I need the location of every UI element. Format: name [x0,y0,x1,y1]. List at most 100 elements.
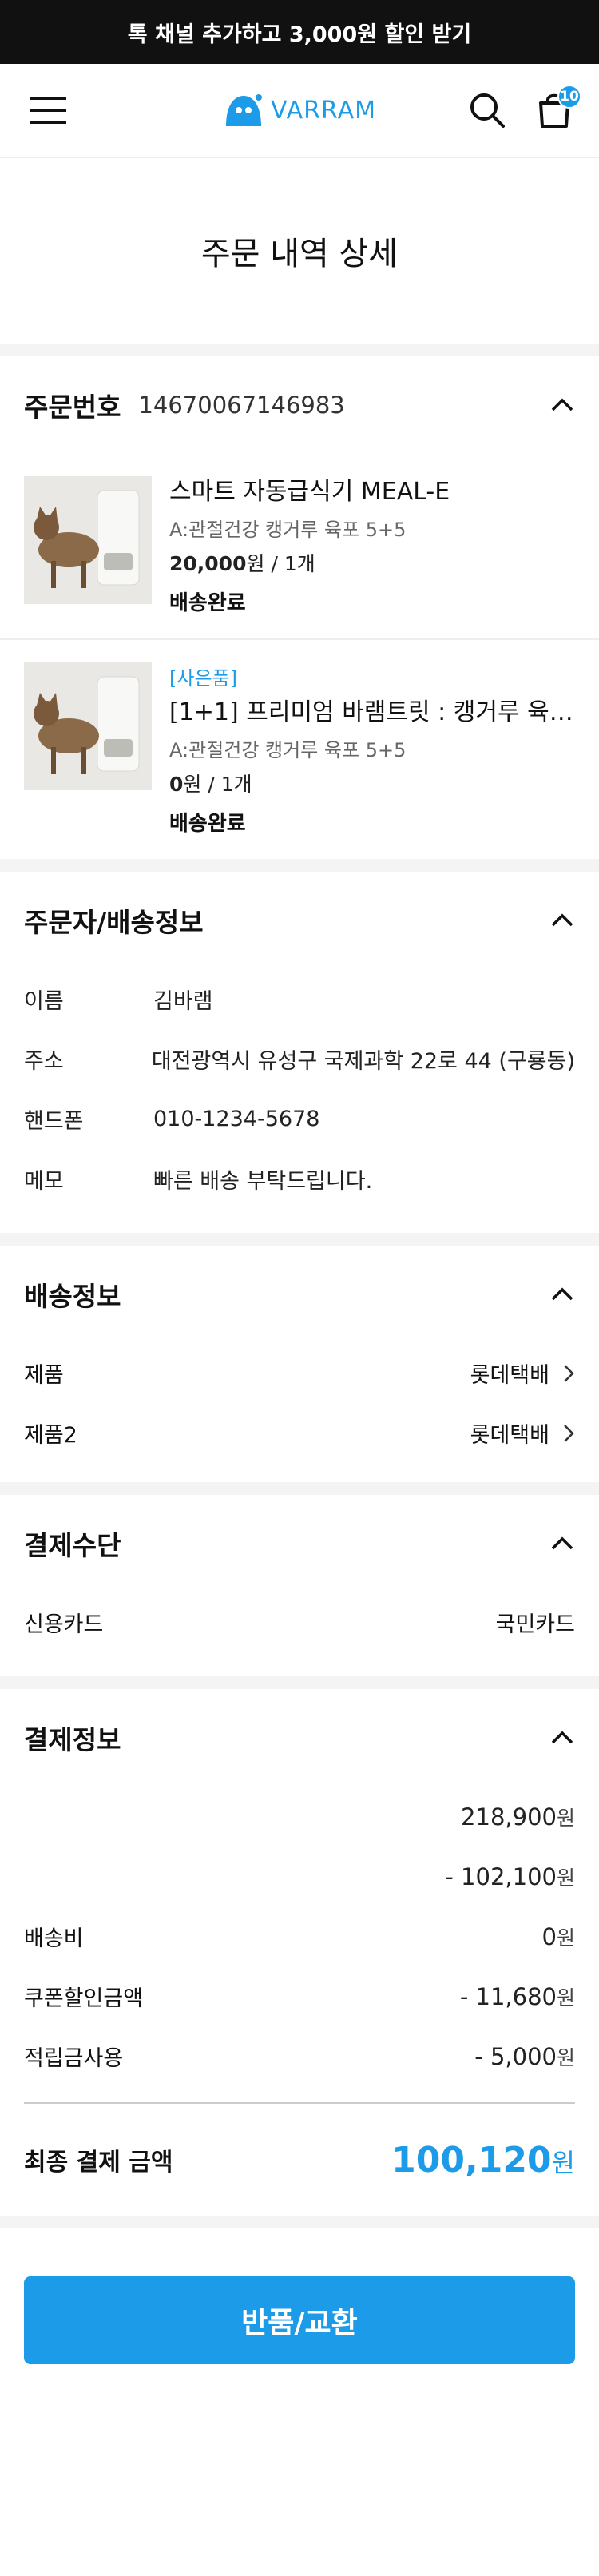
product-price-unit: 원 [246,552,265,575]
payment-line: 218,900원 [0,1787,599,1847]
menu-icon [30,97,66,124]
shipping-row[interactable]: 제품2 롯데택배 [0,1403,599,1463]
shipping-product-label: 제품2 [24,1423,77,1448]
product-price-row: 20,000원 / 1개 [169,548,575,577]
orderer-section-header[interactable]: 주문자/배송정보 [0,872,599,969]
shipping-section-header[interactable]: 배송정보 [0,1246,599,1343]
payment-method-section: 결제수단 신용카드 국민카드 [0,1495,599,1676]
payment-line-amount: - 5,000 [474,2042,557,2070]
app-header: VARRAM 10 [0,64,599,158]
page-title-area: 주문 내역 상세 [0,158,599,344]
return-exchange-button[interactable]: 반품/교환 [24,2276,575,2364]
payment-line-amount: 218,900 [461,1803,557,1831]
total-payment-amount: 100,120 [391,2139,552,2180]
payment-line-label: 적립금사용 [24,2046,124,2071]
payment-info-header[interactable]: 결제정보 [0,1689,599,1787]
payment-line-label: 쿠폰할인금액 [24,1986,144,2011]
chevron-up-icon[interactable] [548,1723,577,1752]
product-price-unit: 원 [183,773,202,796]
currency-unit: 원 [556,2045,575,2069]
delivery-status: 배송완료 [169,591,246,615]
chevron-up-icon[interactable] [548,391,577,419]
info-row-phone: 핸드폰 010-1234-5678 [24,1089,575,1149]
payment-line-label: 배송비 [24,1926,84,1951]
product-photo-feeder-cat [24,476,152,604]
product-qty: / 1개 [201,773,252,796]
order-section: 주문번호 14670067146983 스마트 자동급식기 MEAL-E A:관… [0,356,599,859]
promo-banner[interactable]: 톡 채널 추가하고 3,000원 할인 받기 [0,0,599,64]
shipping-section-title: 배송정보 [24,1281,121,1312]
total-payment-label: 최종 결제 금액 [24,2149,173,2176]
section-divider [0,1676,599,1689]
shipping-section: 배송정보 제품 롯데택배 제품2 롯데택배 [0,1246,599,1482]
shipping-product-label: 제품 [24,1363,64,1388]
payment-line: - 102,100원 [0,1847,599,1906]
payment-info-title: 결제정보 [24,1724,121,1755]
order-number: 14670067146983 [138,392,345,419]
logo-mascot-icon [225,94,262,126]
search-icon [470,93,505,128]
payment-line: 배송비 0원 [0,1906,599,1966]
product-option: A:관절건강 캥거루 육포 5+5 [169,519,407,541]
info-label: 이름 [24,989,64,1014]
order-section-header[interactable]: 주문번호 14670067146983 [0,356,599,454]
chevron-up-icon[interactable] [548,1529,577,1558]
product-qty: / 1개 [264,552,315,575]
info-row-memo: 메모 빠른 배송 부탁드립니다. [24,1149,575,1209]
order-product-item[interactable]: 스마트 자동급식기 MEAL-E A:관절건강 캥거루 육포 5+5 20,00… [0,454,599,638]
shipping-carrier: 롯데택배 [470,1423,549,1448]
chevron-right-icon [564,1424,574,1442]
currency-unit: 원 [556,1986,575,2010]
chevron-right-icon [564,1364,574,1382]
product-image [24,476,152,604]
payment-method-title: 결제수단 [24,1530,121,1561]
info-value: 빠른 배송 부탁드립니다. [153,1169,373,1194]
cart-button[interactable]: 10 [532,85,581,133]
product-name: 스마트 자동급식기 MEAL-E [169,478,450,506]
payment-method-row: 신용카드 국민카드 [0,1592,599,1652]
currency-unit: 원 [556,1926,575,1950]
payment-method-value: 국민카드 [495,1612,575,1637]
info-value: 김바램 [153,989,213,1014]
payment-line-amount: - 11,680 [459,1982,557,2010]
currency-unit: 원 [556,1806,575,1830]
info-value: 010-1234-5678 [153,1107,320,1131]
menu-button[interactable] [26,88,70,133]
promo-text: 톡 채널 추가하고 3,000원 할인 받기 [127,22,472,47]
info-label: 주소 [24,1049,64,1074]
logo-text: VARRAM [270,96,377,125]
product-price: 0 [169,773,184,796]
product-name: [1+1] 프리미엄 바램트릿 : 캥거루 육포 5+5 [169,698,575,726]
info-row-address: 주소 대전광역시 유성구 국제과학 22로 44 (구룡동) [24,1029,575,1089]
chevron-up-icon[interactable] [548,906,577,935]
chevron-up-icon[interactable] [548,1280,577,1309]
payment-method-header[interactable]: 결제수단 [0,1495,599,1592]
cart-count-badge: 10 [557,85,581,109]
section-divider [0,859,599,872]
product-price-row: 0원 / 1개 [169,769,575,797]
payment-info-section: 결제정보 218,900원 - 102,100원 배송비 0원 쿠폰할인금액 -… [0,1689,599,2216]
gift-tag: [사은품] [169,667,237,690]
shipping-row[interactable]: 제품 롯데택배 [0,1343,599,1403]
payment-line-amount: 0 [541,1922,557,1950]
delivery-status: 배송완료 [169,812,246,836]
payment-method-label: 신용카드 [24,1612,104,1637]
currency-unit: 원 [556,1866,575,1890]
total-currency-unit: 원 [551,2147,575,2178]
product-photo-feeder-cat [24,662,152,790]
order-section-title: 주문번호 [24,392,121,423]
cta-area: 반품/교환 [0,2228,599,2412]
payment-line: 쿠폰할인금액 - 11,680원 [0,1966,599,2026]
info-row-name: 이름 김바램 [24,969,575,1029]
shipping-carrier: 롯데택배 [470,1363,549,1388]
info-value: 대전광역시 유성구 국제과학 22로 44 (구룡동) [151,1049,575,1074]
section-divider [0,1482,599,1495]
product-option: A:관절건강 캥거루 육포 5+5 [169,739,407,761]
section-divider [0,2216,599,2228]
brand-logo[interactable]: VARRAM [223,93,376,128]
section-divider [0,1233,599,1246]
search-button[interactable] [465,88,510,133]
info-label: 핸드폰 [24,1109,84,1134]
orderer-section: 주문자/배송정보 이름 김바램 주소 대전광역시 유성구 국제과학 22로 44… [0,872,599,1233]
order-product-item[interactable]: [사은품] [1+1] 프리미엄 바램트릿 : 캥거루 육포 5+5 A:관절건… [0,638,599,859]
